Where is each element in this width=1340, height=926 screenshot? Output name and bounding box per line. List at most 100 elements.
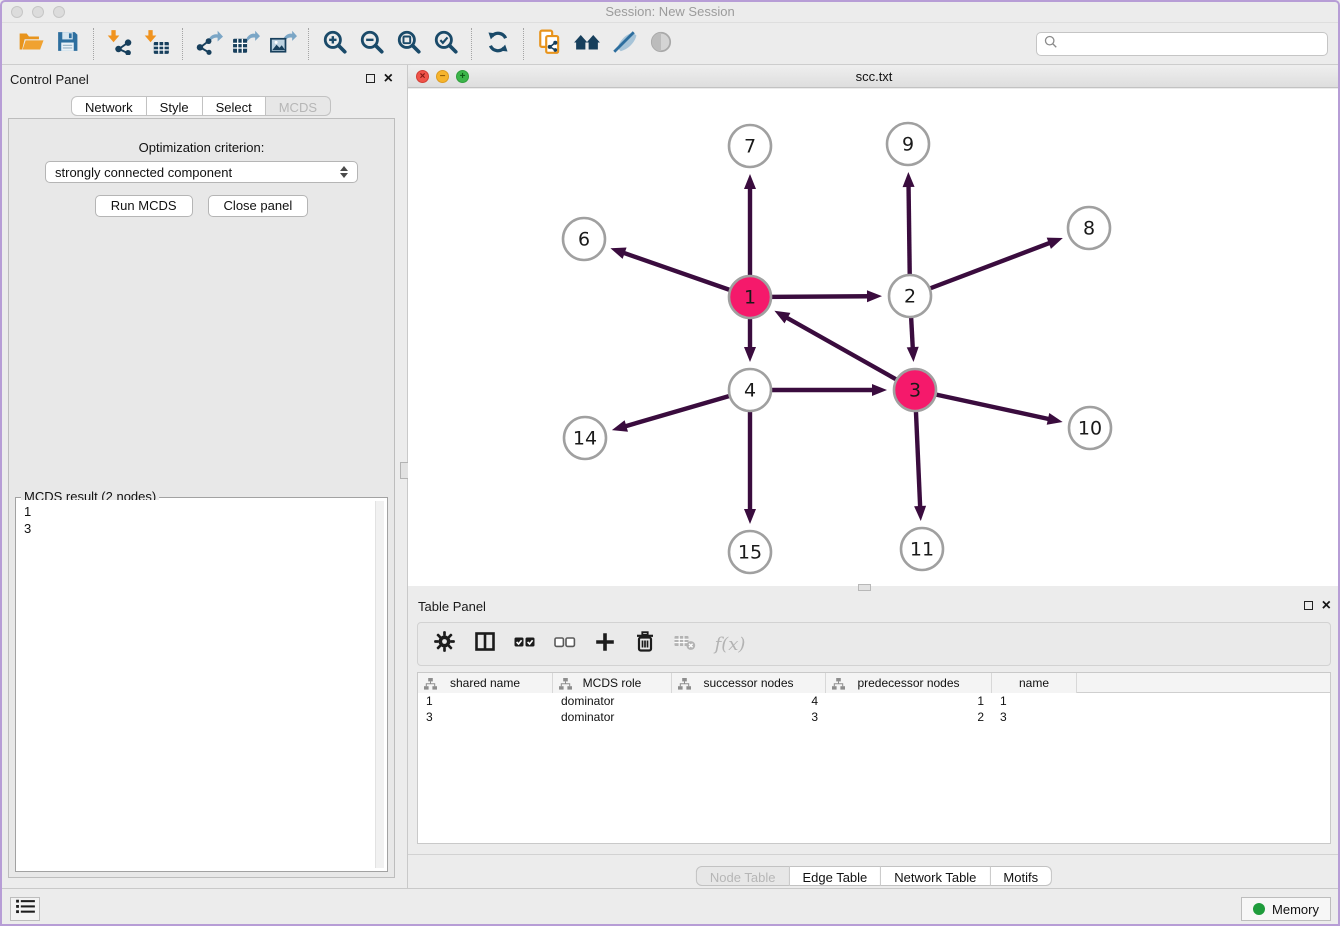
table-cell[interactable]: 3 bbox=[992, 709, 1077, 725]
column-header-shared-name[interactable]: shared name bbox=[418, 673, 553, 693]
graph-edge-arrowhead bbox=[1047, 413, 1063, 425]
first-neighbors-button[interactable] bbox=[568, 27, 605, 61]
table-cell[interactable]: 4 bbox=[672, 693, 826, 709]
table-cell[interactable]: 3 bbox=[418, 709, 553, 725]
add-column-button[interactable] bbox=[591, 631, 618, 658]
import-table-button[interactable] bbox=[138, 27, 175, 61]
delete-table-button-disabled[interactable] bbox=[671, 631, 698, 658]
memory-button[interactable]: Memory bbox=[1241, 897, 1331, 921]
table-settings-button[interactable] bbox=[431, 631, 458, 658]
graph-node-label-6: 6 bbox=[578, 229, 590, 251]
table-cell[interactable]: 1 bbox=[418, 693, 553, 709]
toolbar-separator bbox=[523, 28, 524, 60]
tab-mcds[interactable]: MCDS bbox=[266, 96, 331, 116]
result-scrollbar[interactable] bbox=[375, 501, 384, 868]
table-row[interactable]: 1dominator411 bbox=[418, 693, 1330, 709]
graph-edge-2-8[interactable] bbox=[910, 242, 1052, 296]
apply-layout-button[interactable] bbox=[479, 27, 516, 61]
zoom-selected-button[interactable] bbox=[427, 27, 464, 61]
graph-edge-3-1[interactable] bbox=[785, 317, 915, 390]
table-cell[interactable]: dominator bbox=[553, 693, 672, 709]
tab-style[interactable]: Style bbox=[147, 96, 203, 116]
run-mcds-button[interactable]: Run MCDS bbox=[95, 195, 193, 217]
hide-graphics-details-button[interactable] bbox=[605, 27, 642, 61]
import-table-icon bbox=[143, 29, 171, 60]
tab-network[interactable]: Network bbox=[71, 96, 147, 116]
close-table-panel-icon[interactable]: × bbox=[1322, 600, 1331, 611]
table-row[interactable]: 3dominator323 bbox=[418, 709, 1330, 725]
network-resize-handle[interactable] bbox=[858, 584, 871, 591]
network-titlebar[interactable]: × − + scc.txt bbox=[408, 65, 1340, 88]
search-input[interactable] bbox=[1063, 36, 1320, 53]
graph-node-label-1: 1 bbox=[744, 287, 756, 309]
task-list-icon bbox=[16, 899, 35, 919]
control-panel-title: Control Panel bbox=[10, 72, 89, 87]
delete-column-button[interactable] bbox=[631, 631, 658, 658]
table-cell[interactable]: 3 bbox=[672, 709, 826, 725]
duplicate-network-icon bbox=[537, 29, 563, 60]
column-header-name[interactable]: name bbox=[992, 673, 1077, 693]
tab-network-table[interactable]: Network Table bbox=[881, 866, 990, 886]
zoom-fit-button[interactable] bbox=[390, 27, 427, 61]
function-builder-button-disabled[interactable]: f(x) bbox=[711, 631, 749, 658]
graph-edge-arrowhead bbox=[774, 311, 790, 324]
zoom-fit-icon bbox=[396, 29, 422, 60]
column-header-MCDS-role[interactable]: MCDS role bbox=[553, 673, 672, 693]
graph-edge-arrowhead bbox=[867, 290, 882, 302]
table-cell[interactable]: dominator bbox=[553, 709, 672, 725]
tab-motifs[interactable]: Motifs bbox=[990, 866, 1052, 886]
deselect-all-rows-button[interactable] bbox=[551, 631, 578, 658]
network-minimize-button[interactable]: − bbox=[436, 70, 449, 83]
export-table-button[interactable] bbox=[227, 27, 264, 61]
float-table-panel-icon[interactable] bbox=[1304, 601, 1313, 610]
network-zoom-button[interactable]: + bbox=[456, 70, 469, 83]
tab-select[interactable]: Select bbox=[203, 96, 266, 116]
trash-icon bbox=[633, 630, 657, 659]
table-split-view-button[interactable] bbox=[471, 631, 498, 658]
network-close-button[interactable]: × bbox=[416, 70, 429, 83]
duplicate-network-button[interactable] bbox=[531, 27, 568, 61]
export-image-button[interactable] bbox=[264, 27, 301, 61]
mcds-result-text[interactable]: 13 bbox=[18, 500, 385, 869]
network-canvas[interactable]: 7968124314101511 bbox=[408, 89, 1340, 586]
table-cell[interactable]: 1 bbox=[826, 693, 992, 709]
close-panel-button[interactable]: Close panel bbox=[208, 195, 309, 217]
search-box[interactable] bbox=[1036, 32, 1328, 56]
close-panel-icon[interactable]: × bbox=[384, 73, 393, 84]
open-session-button[interactable] bbox=[12, 27, 49, 61]
memory-label: Memory bbox=[1272, 902, 1319, 917]
optimization-criterion-select[interactable]: strongly connected component bbox=[45, 161, 358, 183]
refresh-icon bbox=[485, 29, 511, 60]
graph-edge-arrowhead bbox=[1047, 238, 1063, 249]
network-title: scc.txt bbox=[408, 65, 1340, 87]
table-cell[interactable]: 1 bbox=[992, 693, 1077, 709]
column-header-label: successor nodes bbox=[672, 673, 825, 693]
tab-edge-table[interactable]: Edge Table bbox=[789, 866, 881, 886]
zoom-out-button[interactable] bbox=[353, 27, 390, 61]
graph-node-label-8: 8 bbox=[1083, 218, 1095, 240]
graph-edge-arrowhead bbox=[744, 174, 756, 189]
table-footer-divider bbox=[408, 854, 1340, 855]
column-header-successor-nodes[interactable]: successor nodes bbox=[672, 673, 826, 693]
tab-node-table[interactable]: Node Table bbox=[696, 866, 790, 886]
export-network-button[interactable] bbox=[190, 27, 227, 61]
task-history-button[interactable] bbox=[10, 897, 40, 921]
table-cell[interactable]: 2 bbox=[826, 709, 992, 725]
network-graph[interactable]: 7968124314101511 bbox=[408, 89, 1340, 586]
memory-status-icon bbox=[1253, 903, 1265, 915]
column-header-predecessor-nodes[interactable]: predecessor nodes bbox=[826, 673, 992, 693]
zoom-in-button[interactable] bbox=[316, 27, 353, 61]
save-session-button[interactable] bbox=[49, 27, 86, 61]
table-tabs: Node TableEdge TableNetwork TableMotifs bbox=[696, 866, 1052, 886]
import-network-button[interactable] bbox=[101, 27, 138, 61]
graph-edge-arrowhead bbox=[903, 172, 915, 187]
float-panel-icon[interactable] bbox=[366, 74, 375, 83]
show-graphics-details-button[interactable] bbox=[642, 27, 679, 61]
import-network-icon bbox=[106, 29, 134, 60]
select-all-icon bbox=[512, 630, 538, 659]
deselect-all-icon bbox=[552, 630, 578, 659]
toolbar-separator bbox=[471, 28, 472, 60]
select-all-rows-button[interactable] bbox=[511, 631, 538, 658]
column-header-label: MCDS role bbox=[553, 673, 671, 693]
zoom-out-icon bbox=[359, 29, 385, 60]
